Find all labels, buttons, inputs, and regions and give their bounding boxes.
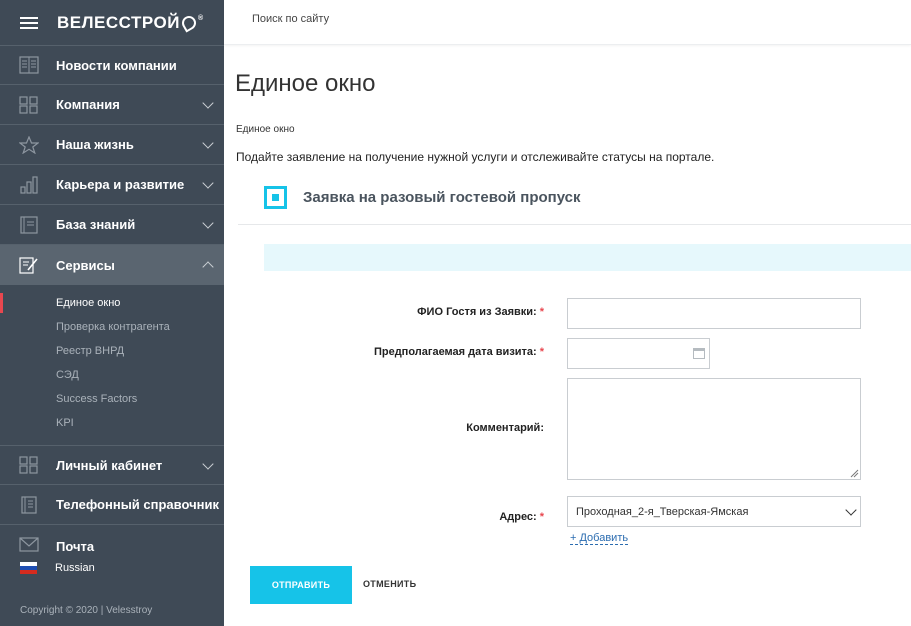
sidebar-item-news[interactable]: Новости компании [0, 45, 224, 85]
sidebar-item-label: Сервисы [56, 257, 115, 273]
comment-textarea[interactable] [567, 378, 861, 480]
submenu-item-counterparty-check[interactable]: Проверка контрагента [0, 315, 224, 339]
sidebar-item-mail[interactable]: Почта [0, 525, 224, 555]
logo-mark-icon [179, 12, 199, 33]
bar-chart-icon [20, 175, 38, 194]
submenu-item-success-factors[interactable]: Success Factors [0, 387, 224, 411]
breadcrumb[interactable]: Единое окно [236, 124, 295, 135]
submenu-item-kpi[interactable]: KPI [0, 411, 224, 435]
site-search-input[interactable] [252, 13, 552, 25]
language-label: Russian [55, 562, 95, 574]
visit-date-input[interactable] [567, 338, 710, 369]
sidebar-item-label: Телефонный справочник [56, 497, 219, 512]
submenu-item-sed[interactable]: СЭД [0, 363, 224, 387]
grid-icon [19, 456, 38, 474]
required-mark: * [539, 511, 544, 523]
divider [238, 224, 911, 225]
calendar-icon[interactable] [693, 348, 705, 359]
chevron-down-icon[interactable] [202, 137, 214, 149]
chevron-down-icon[interactable] [202, 458, 214, 470]
sidebar-item-career[interactable]: Карьера и развитие [0, 165, 224, 205]
chevron-down-icon[interactable] [202, 177, 214, 189]
address-selected-value: Проходная_2-я_Тверская-Ямская [576, 505, 749, 518]
address-label-text: Адрес: [499, 511, 537, 523]
guest-fio-input[interactable] [567, 298, 861, 329]
mail-icon [19, 537, 39, 552]
newspaper-icon [19, 56, 39, 74]
grid-icon [19, 95, 38, 114]
address-select[interactable]: Проходная_2-я_Тверская-Ямская [567, 496, 861, 527]
sidebar-item-label: Новости компании [56, 57, 177, 73]
services-submenu: Единое окно Проверка контрагента Реестр … [0, 285, 224, 445]
sidebar-item-services[interactable]: Сервисы [0, 245, 224, 285]
sidebar-item-label: Компания [56, 97, 120, 112]
sidebar-item-label: Карьера и развитие [56, 177, 185, 192]
chevron-down-icon[interactable] [202, 97, 214, 109]
company-logo[interactable]: ВЕЛЕССТРОЙ ® [57, 13, 204, 33]
hamburger-menu-icon[interactable] [20, 16, 38, 29]
sidebar-header: ВЕЛЕССТРОЙ ® [0, 0, 224, 45]
phonebook-icon [21, 495, 37, 514]
star-icon [19, 135, 39, 154]
intro-text: Подайте заявление на получение нужной ус… [236, 150, 715, 164]
sidebar: ВЕЛЕССТРОЙ ® Новости компании Компания Н… [0, 0, 224, 626]
resize-grip-icon[interactable] [849, 468, 859, 478]
submenu-item-single-window[interactable]: Единое окно [0, 291, 224, 315]
date-label-text: Предполагаемая дата визита: [373, 346, 537, 358]
sidebar-item-label: Наша жизнь [56, 137, 134, 152]
form-header: Заявка на разовый гостевой пропуск [264, 186, 581, 209]
submit-button[interactable]: ОТПРАВИТЬ [250, 566, 352, 604]
info-bar [264, 244, 911, 271]
fio-label-text: ФИО Гостя из Заявки: [417, 306, 537, 318]
sidebar-item-label: Почта [56, 539, 95, 554]
copyright-text: Copyright © 2020 | Velesstroy [20, 605, 153, 616]
sidebar-item-label: База знаний [56, 217, 136, 232]
sidebar-item-label: Личный кабинет [56, 457, 163, 473]
sidebar-item-knowledge-base[interactable]: База знаний [0, 205, 224, 245]
required-mark: * [539, 346, 544, 358]
sidebar-item-phonebook[interactable]: Телефонный справочник [0, 485, 224, 525]
add-address-link[interactable]: + Добавить [570, 532, 629, 545]
logo-registered-mark: ® [197, 14, 204, 22]
book-icon [20, 215, 38, 234]
address-label: Адрес: * [499, 511, 544, 523]
comment-label: Комментарий: [466, 422, 544, 434]
required-mark: * [539, 306, 544, 318]
date-label: Предполагаемая дата визита: * [374, 346, 544, 358]
cancel-button[interactable]: ОТМЕНИТЬ [363, 579, 416, 589]
top-bar [224, 0, 911, 45]
chevron-up-icon[interactable] [202, 261, 214, 273]
edit-icon [19, 257, 38, 274]
sidebar-item-personal-account[interactable]: Личный кабинет [0, 445, 224, 485]
add-address-link-text: + Добавить [570, 532, 629, 545]
sidebar-item-company[interactable]: Компания [0, 85, 224, 125]
sidebar-item-our-life[interactable]: Наша жизнь [0, 125, 224, 165]
page-title: Единое окно [235, 70, 376, 97]
chevron-down-icon[interactable] [202, 217, 214, 229]
form-title: Заявка на разовый гостевой пропуск [303, 189, 581, 206]
russia-flag-icon [20, 562, 37, 574]
form-square-icon [264, 186, 287, 209]
fio-label: ФИО Гостя из Заявки: * [417, 306, 544, 318]
logo-text: ВЕЛЕССТРОЙ [57, 12, 180, 32]
language-switcher[interactable]: Russian [20, 562, 95, 574]
submenu-item-vnrd-registry[interactable]: Реестр ВНРД [0, 339, 224, 363]
